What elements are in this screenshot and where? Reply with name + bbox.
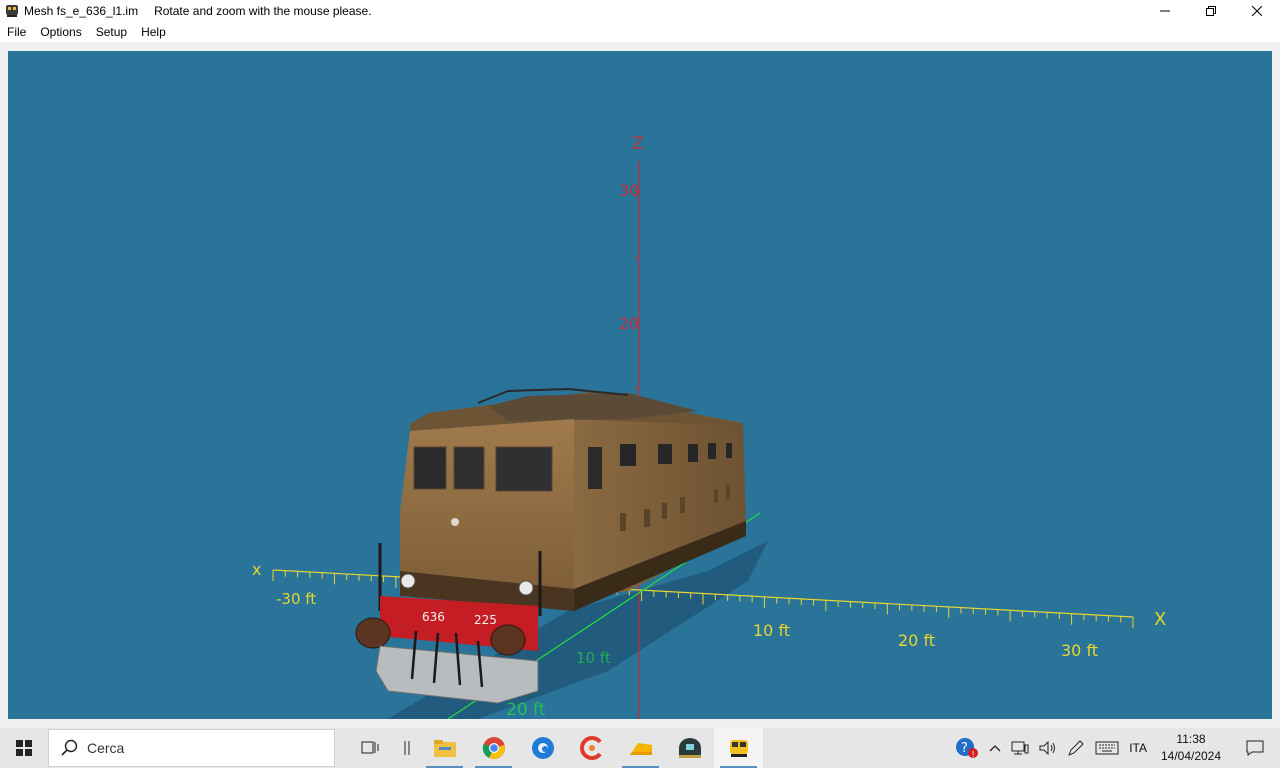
train-app-icon (729, 740, 748, 757)
z-tick-30: 30 (619, 181, 639, 200)
volume-button[interactable] (1034, 728, 1062, 768)
svg-text:?: ? (961, 741, 968, 756)
clock-time: 11:38 (1176, 732, 1206, 746)
edge-icon (531, 737, 554, 759)
chrome-button[interactable] (469, 728, 518, 768)
help-tray-button[interactable]: ?! (950, 728, 984, 768)
menu-options[interactable]: Options (33, 22, 88, 42)
pen-icon (1068, 740, 1084, 756)
x-axis-label: X (1154, 609, 1166, 630)
search-icon (61, 739, 78, 756)
x-tick-neg30: -30 ft (276, 590, 316, 608)
widgets-button[interactable] (394, 728, 420, 768)
touch-keyboard-button[interactable] (1090, 728, 1124, 768)
file-explorer-icon (433, 740, 456, 757)
show-hidden-icons-button[interactable] (984, 728, 1006, 768)
search-placeholder: Cerca (87, 740, 125, 756)
x-tick-10: 10 ft (753, 621, 790, 640)
restore-icon (1206, 6, 1216, 16)
title-bar: Mesh fs_e_636_l1.im Rotate and zoom with… (0, 0, 1280, 22)
clock[interactable]: 11:38 14/04/2024 (1152, 728, 1230, 768)
menu-setup[interactable]: Setup (89, 22, 134, 42)
task-view-button[interactable] (345, 728, 394, 768)
onedrive-button[interactable] (616, 728, 665, 768)
game-icon (678, 738, 701, 758)
z-axis-label: Z (632, 134, 644, 154)
chevron-up-icon (989, 745, 1001, 752)
scene-canvas: Z 30 20 x -30 ft 10 ft 20 ft 30 ft X 10 … (252, 134, 1166, 719)
ccleaner-icon (579, 736, 602, 760)
number-plate-right: 225 (474, 613, 497, 627)
search-box[interactable]: Cerca (48, 729, 335, 767)
keyboard-icon (1095, 741, 1119, 755)
y-tick-20: 20 ft (506, 700, 546, 719)
x-axis-label-neg: x (252, 560, 261, 579)
z-tick-20: 20 (619, 314, 639, 333)
clock-date: 14/04/2024 (1160, 749, 1222, 763)
language-indicator[interactable]: ITA (1124, 728, 1152, 768)
network-icon (1011, 741, 1029, 755)
onedrive-icon (629, 743, 652, 755)
restore-button[interactable] (1188, 0, 1234, 22)
notifications-button[interactable] (1230, 728, 1280, 768)
close-button[interactable] (1234, 0, 1280, 22)
y-tick-10: 10 ft (576, 649, 611, 667)
x-tick-20: 20 ft (898, 631, 935, 650)
ccleaner-button[interactable] (567, 728, 616, 768)
menu-bar: File Options Setup Help (0, 22, 1280, 42)
mesh-viewport[interactable]: Z 30 20 x -30 ft 10 ft 20 ft 30 ft X 10 … (8, 51, 1272, 719)
window-hint: Rotate and zoom with the mouse please. (154, 4, 372, 18)
task-view-icon (361, 741, 378, 754)
taskbar: Cerca ?! ITA 11:38 14/04/2024 (0, 728, 1280, 768)
game-button[interactable] (665, 728, 714, 768)
minimize-button[interactable] (1142, 0, 1188, 22)
close-icon (1252, 6, 1262, 16)
number-plate-left: 636 (422, 610, 445, 624)
notification-icon (1246, 740, 1264, 756)
menu-file[interactable]: File (0, 22, 33, 42)
windows-icon (16, 740, 32, 756)
window-title: Mesh fs_e_636_l1.im (24, 4, 139, 18)
edge-button[interactable] (518, 728, 567, 768)
widgets-icon (404, 741, 410, 755)
system-tray: ?! ITA 11:38 14/04/2024 (950, 728, 1280, 768)
svg-text:!: ! (972, 750, 975, 759)
volume-icon (1039, 740, 1056, 756)
file-explorer-button[interactable] (420, 728, 469, 768)
x-tick-30: 30 ft (1061, 641, 1098, 660)
train-app-button[interactable] (714, 728, 763, 768)
help-alert-icon: ?! (956, 738, 979, 759)
pen-button[interactable] (1062, 728, 1090, 768)
minimize-icon (1160, 10, 1170, 12)
locomotive-icon (4, 3, 20, 19)
menu-help[interactable]: Help (134, 22, 173, 42)
chrome-icon (482, 737, 505, 759)
network-button[interactable] (1006, 728, 1034, 768)
start-button[interactable] (0, 728, 48, 768)
